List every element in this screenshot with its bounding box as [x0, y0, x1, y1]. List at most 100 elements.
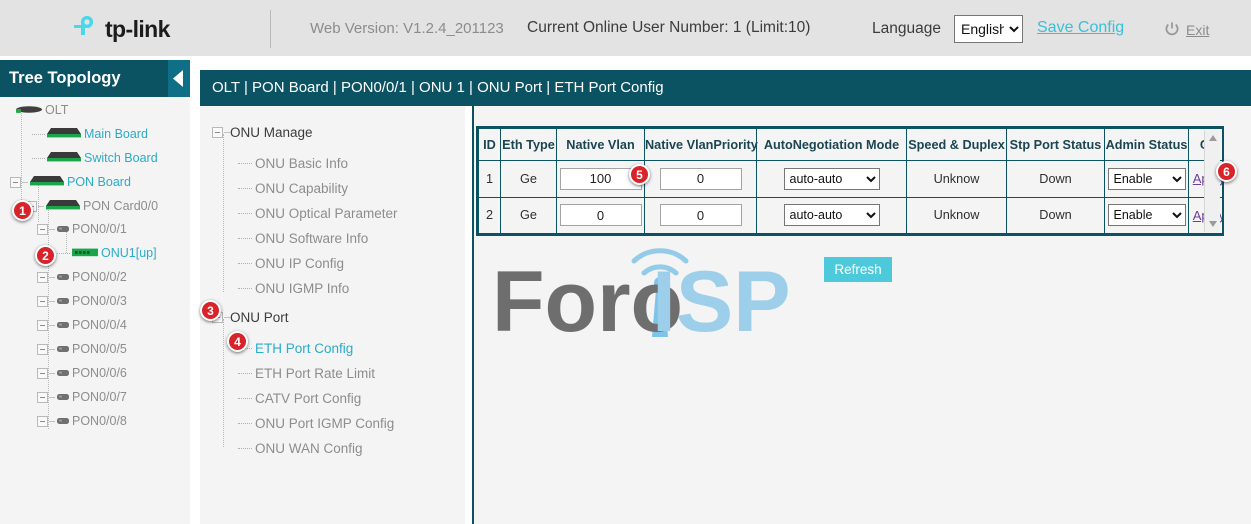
port-device-icon [55, 366, 72, 380]
step-badge-1: 1 [12, 200, 33, 221]
menu-connector [238, 238, 252, 239]
tree-expander-icon[interactable] [37, 368, 48, 379]
step-badge-5: 5 [629, 164, 650, 185]
tree-item-pon0-0-4[interactable]: PON0/0/4 [37, 316, 127, 334]
web-version-label: Web Version: V1.2.4_201123 [310, 20, 504, 37]
step-badge-3: 3 [200, 300, 221, 321]
tree-item-main-board[interactable]: Main Board [32, 125, 148, 143]
cell-native-vlan-priority [645, 197, 757, 234]
tree-topology-header: Tree Topology [0, 60, 190, 97]
onu-device-icon [70, 246, 101, 260]
menu-connector [238, 288, 252, 289]
tree-expander-icon[interactable] [37, 296, 48, 307]
cell-eth-type: Ge [501, 161, 557, 198]
svg-text:ISP: ISP [652, 254, 791, 345]
menu-item-label: ONU IP Config [255, 256, 344, 271]
tree-item-onu1-up[interactable]: ONU1[up] [57, 244, 157, 262]
autonegotiation-mode-select[interactable]: auto-auto [784, 168, 880, 190]
column-header: AutoNegotiation Mode [757, 129, 907, 161]
board-device-icon [44, 199, 83, 213]
onu-menu-panel: ONU Manage ONU Basic Info ONU Capability ON… [200, 106, 465, 524]
column-header: ID [479, 129, 501, 161]
tree-item-switch-board[interactable]: Switch Board [32, 149, 158, 167]
tree-expander-icon[interactable] [37, 272, 48, 283]
menu-connector [238, 163, 252, 164]
menu-item-onu-capability[interactable]: ONU Capability [238, 178, 348, 198]
app-root: tp-link Web Version: V1.2.4_201123 Curre… [0, 0, 1251, 524]
menu-item-onu-optical-parameter[interactable]: ONU Optical Parameter [238, 203, 398, 223]
port-device-icon [55, 390, 72, 404]
column-header: Native VlanPriority [645, 129, 757, 161]
tree-collapse-button[interactable] [168, 60, 190, 97]
save-config-link[interactable]: Save Config [1037, 19, 1124, 37]
cell-admin-status: Enable [1105, 161, 1189, 198]
menu-item-onu-manage[interactable]: ONU Manage [212, 122, 313, 142]
triangle-down-icon[interactable] [1205, 216, 1221, 232]
tree-expander-icon[interactable] [37, 320, 48, 331]
menu-item-onu-wan-config[interactable]: ONU WAN Config [238, 438, 363, 458]
power-icon [1164, 21, 1180, 37]
brand-logo-text: tp-link [105, 18, 170, 41]
menu-item-label: ONU Basic Info [255, 156, 348, 171]
menu-connector [238, 448, 252, 449]
menu-item-label: ETH Port Config [255, 341, 353, 356]
tree-expander-icon[interactable] [10, 177, 21, 188]
menu-item-onu-software-info[interactable]: ONU Software Info [238, 228, 368, 248]
native-vlan-input[interactable] [560, 204, 642, 226]
menu-item-onu-igmp-info[interactable]: ONU IGMP Info [238, 278, 349, 298]
menu-item-onu-port-igmp-config[interactable]: ONU Port IGMP Config [238, 413, 394, 433]
tree-item-pon0-0-3[interactable]: PON0/0/3 [37, 292, 127, 310]
menu-item-label: ONU Optical Parameter [255, 206, 398, 221]
native-vlan-priority-input[interactable] [660, 204, 742, 226]
cell-admin-status: Enable [1105, 197, 1189, 234]
menu-item-eth-port-rate-limit[interactable]: ETH Port Rate Limit [238, 363, 375, 383]
triangle-up-icon[interactable] [1205, 130, 1221, 146]
tree-item-label: PON0/0/5 [72, 343, 127, 356]
tree-item-label: Switch Board [84, 152, 158, 165]
tree-item-pon-card0-0[interactable]: PON Card0/0 [26, 197, 158, 215]
table-row: 1Geauto-autoUnknowDownEnableApply [479, 161, 1225, 198]
refresh-button[interactable]: Refresh [824, 257, 892, 282]
language-label: Language [872, 20, 941, 38]
step-badge-6: 6 [1216, 161, 1237, 182]
tree-item-pon0-0-5[interactable]: PON0/0/5 [37, 340, 127, 358]
tree-item-pon-board[interactable]: PON Board [10, 173, 131, 191]
table-vertical-scrollbar[interactable] [1204, 130, 1220, 232]
tree-item-label: Main Board [84, 128, 148, 141]
tree-item-pon0-0-1[interactable]: PON0/0/1 [37, 220, 127, 238]
exit-link[interactable]: Exit [1186, 22, 1209, 38]
tree-item-label: PON0/0/1 [72, 223, 127, 236]
menu-item-onu-ip-config[interactable]: ONU IP Config [238, 253, 344, 273]
native-vlan-priority-input[interactable] [660, 168, 742, 190]
cell-autoneg-mode: auto-auto [757, 197, 907, 234]
tree-item-pon0-0-2[interactable]: PON0/0/2 [37, 268, 127, 286]
breadcrumb-bar: OLT | PON Board | PON0/0/1 | ONU 1 | ONU… [200, 70, 1251, 106]
menu-item-label: ONU Capability [255, 181, 348, 196]
menu-item-onu-port[interactable]: ONU Port [212, 307, 289, 327]
column-header: Native Vlan [557, 129, 645, 161]
online-user-count-label: Current Online User Number: 1 (Limit:10) [527, 19, 810, 37]
header-divider [270, 10, 271, 48]
tree-expander-icon[interactable] [37, 392, 48, 403]
tree-item-pon0-0-7[interactable]: PON0/0/7 [37, 388, 127, 406]
menu-expander-icon[interactable] [212, 127, 223, 138]
tree-item-pon0-0-6[interactable]: PON0/0/6 [37, 364, 127, 382]
tree-item-olt[interactable]: OLT [14, 101, 68, 119]
tree-item-label: PON0/0/2 [72, 271, 127, 284]
port-device-icon [55, 222, 72, 236]
tree-expander-icon[interactable] [37, 416, 48, 427]
cell-id: 1 [479, 161, 501, 198]
admin-status-select[interactable]: Enable [1108, 204, 1186, 226]
tree-expander-icon[interactable] [37, 224, 48, 235]
autonegotiation-mode-select[interactable]: auto-auto [784, 204, 880, 226]
menu-item-onu-basic-info[interactable]: ONU Basic Info [238, 153, 348, 173]
menu-item-eth-port-config[interactable]: ETH Port Config [238, 338, 353, 358]
tree-item-pon0-0-8[interactable]: PON0/0/8 [37, 412, 127, 430]
menu-item-catv-port-config[interactable]: CATV Port Config [238, 388, 361, 408]
language-select[interactable]: English [954, 15, 1023, 43]
eth-port-config-table-container: IDEth TypeNative VlanNative VlanPriority… [476, 126, 1224, 236]
admin-status-select[interactable]: Enable [1108, 168, 1186, 190]
cell-native-vlan [557, 197, 645, 234]
tree-expander-icon[interactable] [37, 344, 48, 355]
table-row: 2Geauto-autoUnknowDownEnableApply [479, 197, 1225, 234]
